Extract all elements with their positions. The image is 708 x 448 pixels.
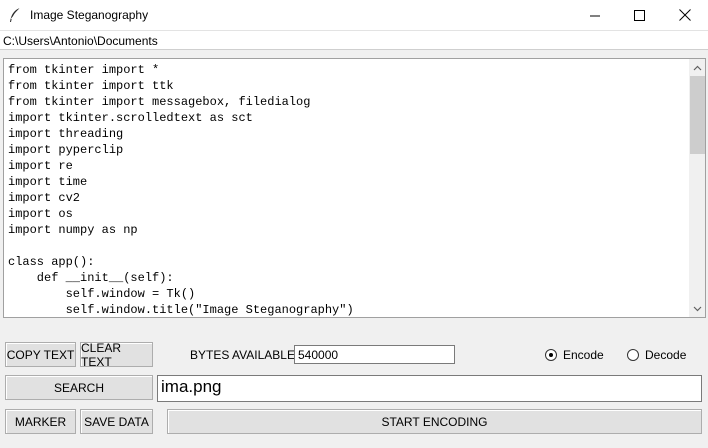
directory-path-bar: C:\Users\Antonio\Documents — [0, 30, 708, 50]
chevron-up-icon — [693, 65, 702, 70]
clear-text-button[interactable]: CLEAR TEXT — [80, 341, 153, 369]
close-icon — [679, 9, 691, 21]
copy-text-button[interactable]: COPY TEXT — [5, 342, 76, 367]
vertical-scrollbar[interactable] — [688, 59, 705, 317]
scrolled-text-area[interactable]: from tkinter import * from tkinter impor… — [3, 58, 706, 318]
window-title: Image Steganography — [30, 8, 149, 22]
decode-radio[interactable]: Decode — [627, 348, 686, 362]
save-data-button[interactable]: SAVE DATA — [80, 409, 153, 434]
scrollbar-thumb[interactable] — [690, 76, 705, 154]
radio-unselected-icon — [627, 349, 639, 361]
scroll-up-button[interactable] — [689, 59, 706, 76]
title-bar: Image Steganography — [0, 0, 708, 30]
minimize-button[interactable] — [572, 0, 618, 30]
search-button[interactable]: SEARCH — [5, 375, 153, 400]
marker-button[interactable]: MARKER — [5, 409, 76, 434]
maximize-icon — [633, 9, 645, 21]
scroll-down-button[interactable] — [689, 300, 706, 317]
encode-radio[interactable]: Encode — [545, 348, 604, 362]
encode-radio-label: Encode — [563, 348, 604, 362]
file-name-input[interactable]: ima.png — [157, 375, 702, 402]
text-editor[interactable]: from tkinter import * from tkinter impor… — [4, 59, 690, 317]
decode-radio-label: Decode — [645, 348, 687, 362]
code-text: from tkinter import * from tkinter impor… — [8, 63, 354, 317]
feather-icon — [8, 7, 22, 23]
bytes-available-label: BYTES AVAILABLE: — [190, 348, 299, 362]
directory-path: C:\Users\Antonio\Documents — [3, 34, 158, 48]
start-encoding-button[interactable]: START ENCODING — [167, 409, 702, 434]
close-button[interactable] — [662, 0, 708, 30]
maximize-button[interactable] — [616, 0, 662, 30]
radio-selected-icon — [545, 349, 557, 361]
chevron-down-icon — [693, 306, 702, 311]
minimize-icon — [589, 15, 600, 16]
bytes-available-field[interactable]: 540000 — [294, 345, 455, 364]
